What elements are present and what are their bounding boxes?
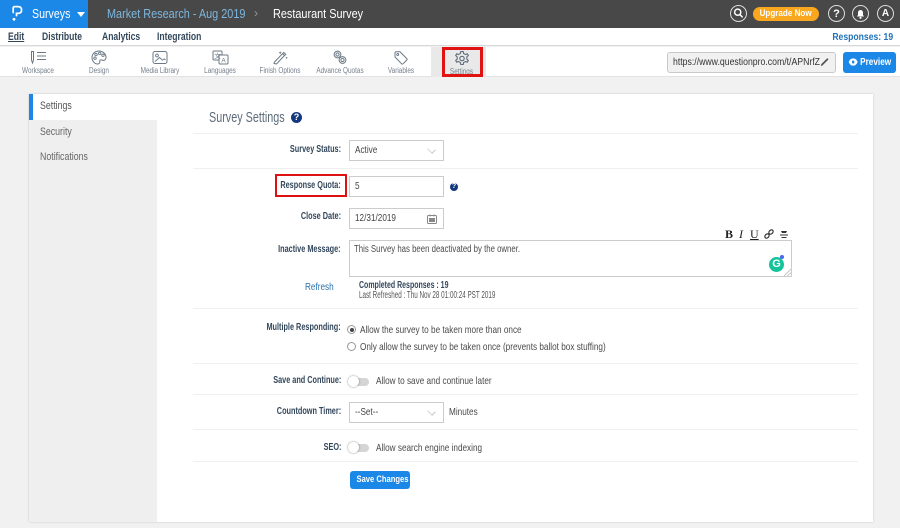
svg-text:A: A <box>221 57 226 64</box>
svg-text:文: 文 <box>214 51 221 60</box>
